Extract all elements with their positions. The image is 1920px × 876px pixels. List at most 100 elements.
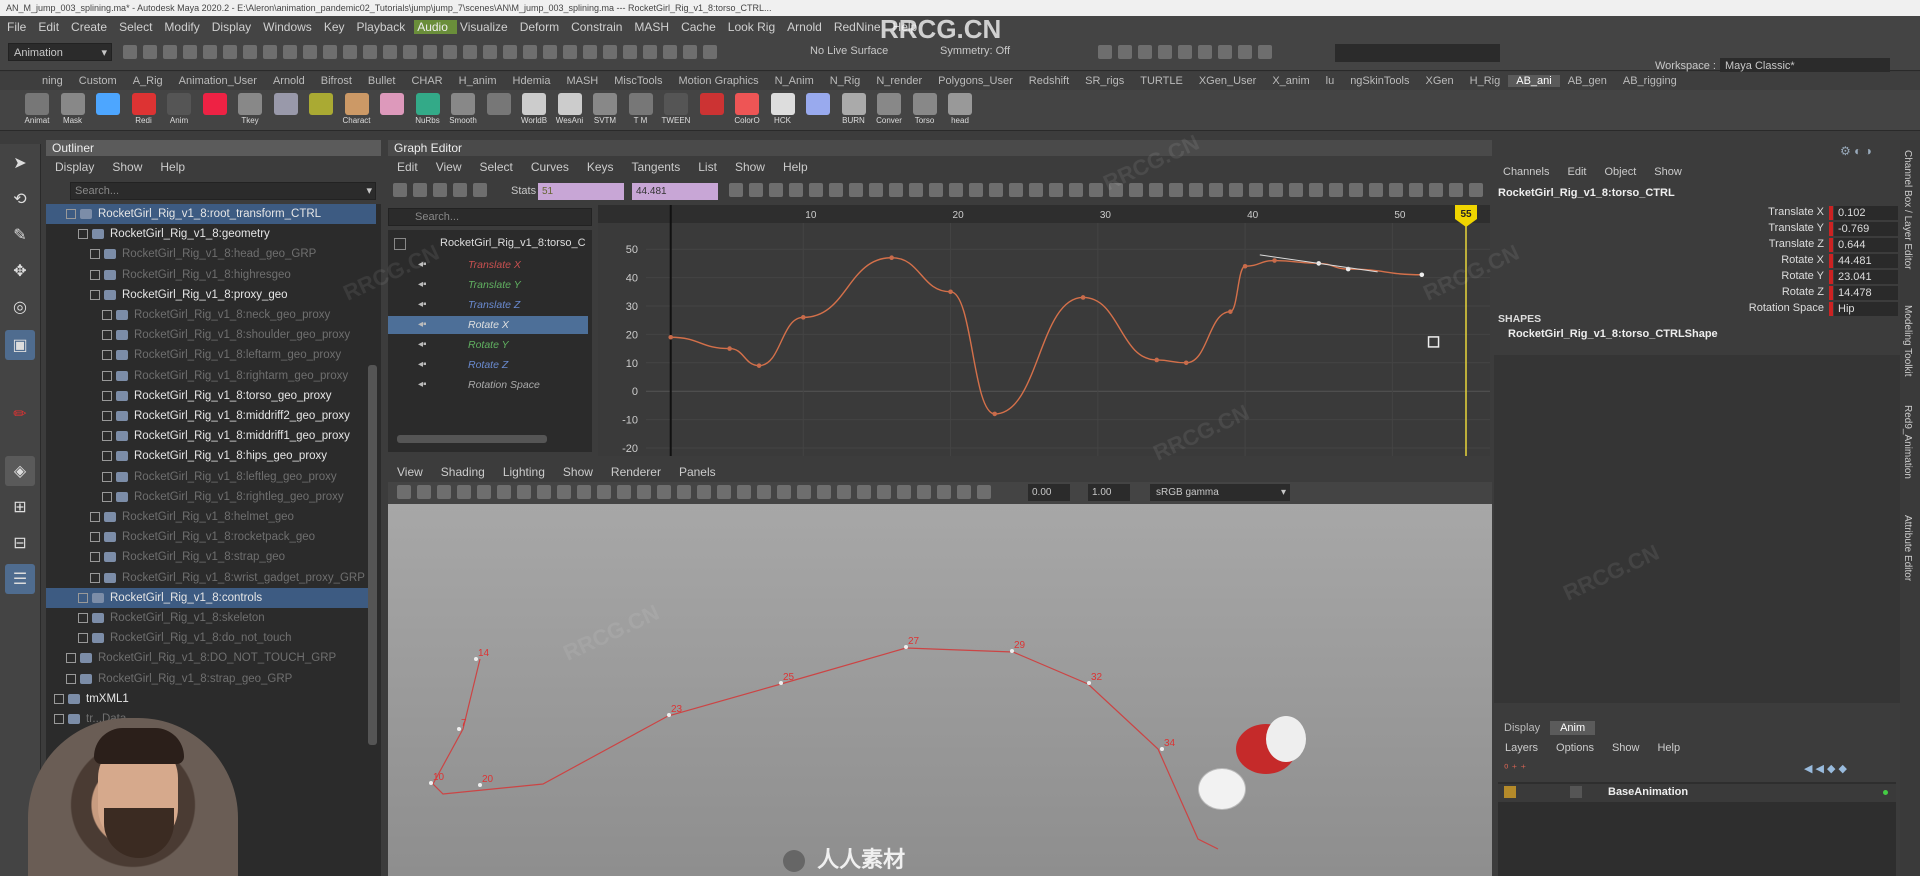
snap-icon[interactable] xyxy=(1249,182,1263,197)
dof-icon[interactable] xyxy=(637,484,651,499)
shelf-tab-ab-ani[interactable]: AB_ani xyxy=(1508,75,1560,87)
outliner-row[interactable]: RocketGirl_Rig_v1_8:helmet_geo xyxy=(46,507,376,527)
ge-menu-curves[interactable]: Curves xyxy=(522,160,578,174)
aa-icon[interactable] xyxy=(617,484,631,499)
expand-icon[interactable] xyxy=(78,613,88,623)
layer-menu-layers[interactable]: Layers xyxy=(1496,742,1547,754)
keyframe-point[interactable] xyxy=(948,289,953,295)
smooth-shade-icon[interactable] xyxy=(757,484,771,499)
cb-menu-show[interactable]: Show xyxy=(1645,166,1691,178)
render-icon[interactable] xyxy=(1098,44,1112,59)
move-tool-icon[interactable]: ✥ xyxy=(5,256,35,286)
lock-icon[interactable] xyxy=(1504,786,1516,798)
ge-menu-list[interactable]: List xyxy=(689,160,726,174)
gate-icon[interactable] xyxy=(937,484,951,499)
expand-icon[interactable] xyxy=(102,330,112,341)
keyframe-point[interactable] xyxy=(756,363,762,368)
menu-cache[interactable]: Cache xyxy=(678,20,725,34)
shelf-button-tool-22[interactable] xyxy=(801,90,835,130)
save-icon[interactable] xyxy=(683,44,697,59)
plateau-icon[interactable] xyxy=(909,182,923,197)
settings-icon[interactable] xyxy=(1138,44,1152,59)
file-icon[interactable] xyxy=(483,44,497,59)
shelf-tab-ab-gen[interactable]: AB_gen xyxy=(1560,75,1615,87)
magnet-icon[interactable] xyxy=(263,44,277,59)
cb-menu-object[interactable]: Object xyxy=(1595,166,1645,178)
layer-menu-options[interactable]: Options xyxy=(1547,742,1603,754)
stats-frame-field[interactable]: 51 xyxy=(538,183,624,200)
snap-icon[interactable] xyxy=(223,44,237,59)
infinity-icon[interactable] xyxy=(1289,182,1303,197)
tangent-icon[interactable] xyxy=(769,182,783,197)
smooth-shade-icon[interactable] xyxy=(477,484,491,499)
clamped-icon[interactable] xyxy=(1429,182,1443,197)
shelf-tab-turtle[interactable]: TURTLE xyxy=(1132,75,1191,87)
buffer-icon[interactable] xyxy=(1229,182,1243,197)
select-mode-icon[interactable] xyxy=(563,44,577,59)
layer-tab-display[interactable]: Display xyxy=(1494,721,1550,735)
shelf-button-tkey[interactable]: Tkey xyxy=(233,90,267,130)
shelf-button-tool-8[interactable] xyxy=(304,90,338,130)
expand-icon[interactable] xyxy=(90,249,100,260)
expand-icon[interactable] xyxy=(90,532,100,543)
trail-key-dot[interactable] xyxy=(1087,681,1091,685)
trail-key-dot[interactable] xyxy=(457,727,461,731)
ge-menu-view[interactable]: View xyxy=(427,160,471,174)
frame-selection-icon[interactable] xyxy=(1049,182,1063,197)
outliner-search[interactable]: Search... ▾ xyxy=(70,182,376,200)
camera-icon[interactable] xyxy=(643,44,657,59)
magnet-icon[interactable] xyxy=(443,44,457,59)
cb-menu-channels[interactable]: Channels xyxy=(1494,166,1558,178)
shelf-button-worldb[interactable]: WorldB xyxy=(517,90,551,130)
shelf-tab-ning[interactable]: ning xyxy=(34,75,71,87)
plateau-icon[interactable] xyxy=(1209,182,1223,197)
ge-menu-edit[interactable]: Edit xyxy=(388,160,427,174)
paint-select-icon[interactable]: ✎ xyxy=(5,220,35,250)
cb-menu-edit[interactable]: Edit xyxy=(1558,166,1595,178)
chevron-down-icon[interactable]: ▾ xyxy=(366,184,372,197)
frame-all-icon[interactable] xyxy=(1029,182,1043,197)
brush-icon[interactable]: ✏ xyxy=(5,399,35,429)
outliner-row[interactable]: RocketGirl_Rig_v1_8:leftarm_geo_proxy xyxy=(46,345,376,365)
undo-icon[interactable] xyxy=(163,44,177,59)
shelf-tab-misctools[interactable]: MiscTools xyxy=(606,75,670,87)
spline-icon[interactable] xyxy=(1409,182,1423,197)
ge-node-row[interactable]: RocketGirl_Rig_v1_8:torso_C xyxy=(388,234,588,252)
outliner-row[interactable]: RocketGirl_Rig_v1_8:neck_geo_proxy xyxy=(46,305,376,325)
auto-tangent-icon[interactable] xyxy=(789,182,803,197)
undo-icon[interactable] xyxy=(343,44,357,59)
shelf-button-tween[interactable]: TWEEN xyxy=(659,90,693,130)
layer-menu-help[interactable]: Help xyxy=(1648,742,1689,754)
ipr-icon[interactable] xyxy=(1118,44,1132,59)
keyframe-point[interactable] xyxy=(1080,295,1086,300)
shelf-tab-bullet[interactable]: Bullet xyxy=(360,75,404,87)
shelf-button-hck[interactable]: HCK xyxy=(766,90,800,130)
outliner-menu-help[interactable]: Help xyxy=(151,160,194,174)
outliner-row[interactable]: RocketGirl_Rig_v1_8:rocketpack_geo xyxy=(46,527,376,547)
ge-search[interactable]: Search... xyxy=(388,208,592,226)
menu-edit[interactable]: Edit xyxy=(35,20,68,34)
menu-create[interactable]: Create xyxy=(68,20,116,34)
cb-attr-translate-y-value[interactable]: -0.769 xyxy=(1834,222,1898,236)
outliner-row[interactable]: RocketGirl_Rig_v1_8:DO_NOT_TOUCH_GRP xyxy=(46,648,376,668)
frame-selection-icon[interactable] xyxy=(749,182,763,197)
hypershade-icon[interactable] xyxy=(1258,44,1272,59)
expand-icon[interactable] xyxy=(102,411,112,421)
outliner-menu-display[interactable]: Display xyxy=(46,160,103,174)
trail-key-dot[interactable] xyxy=(1010,649,1014,653)
outliner-row[interactable]: RocketGirl_Rig_v1_8:strap_geo_GRP xyxy=(46,669,376,689)
shelf-button-charact[interactable]: Charact xyxy=(340,90,374,130)
camera-icon[interactable] xyxy=(677,484,691,499)
expand-icon[interactable] xyxy=(90,572,100,583)
clamped-icon[interactable] xyxy=(829,182,843,197)
ge-channel-rotation-space[interactable]: ◂▪ Rotation Space xyxy=(388,376,588,394)
outliner-row[interactable]: RocketGirl_Rig_v1_8:do_not_touch xyxy=(46,628,376,648)
ge-channel-translate-x[interactable]: ◂▪ Translate X xyxy=(388,256,588,274)
menu-arnold[interactable]: Arnold xyxy=(784,20,831,34)
shelf-button-tool-10[interactable] xyxy=(375,90,409,130)
ge-menu-select[interactable]: Select xyxy=(470,160,521,174)
expand-icon[interactable] xyxy=(54,693,64,704)
insert-key-icon[interactable] xyxy=(413,182,427,197)
shape-node[interactable]: RocketGirl_Rig_v1_8:torso_CTRLShape xyxy=(1508,328,1718,340)
cb-attr-rotate-y-value[interactable]: 23.041 xyxy=(1834,270,1898,284)
